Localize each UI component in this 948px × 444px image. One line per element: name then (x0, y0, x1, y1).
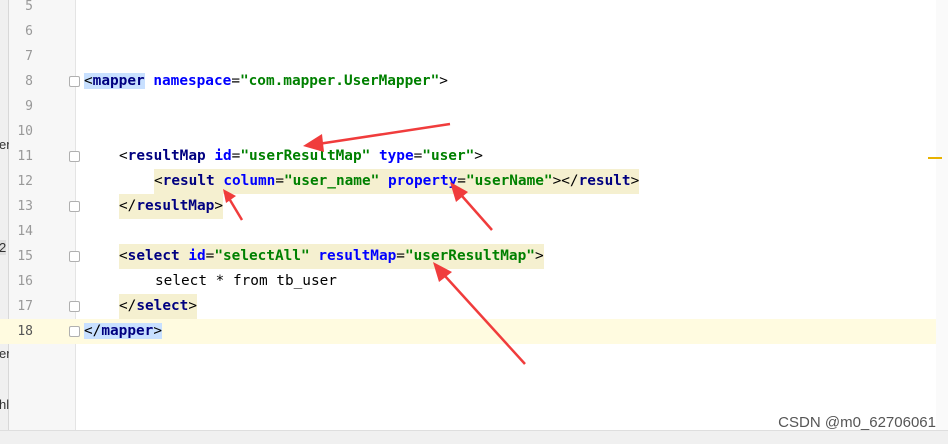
editor-bottom-bar (0, 430, 948, 444)
arrow-to-result-map-id-head (303, 134, 324, 152)
arrow-to-select-resultmap (444, 275, 526, 365)
arrow-to-column (228, 199, 244, 221)
arrow-to-result-map-id (317, 122, 451, 146)
watermark: CSDN @m0_62706061 (778, 414, 936, 431)
annotation-arrows (223, 122, 526, 365)
arrow-to-property (461, 195, 493, 231)
